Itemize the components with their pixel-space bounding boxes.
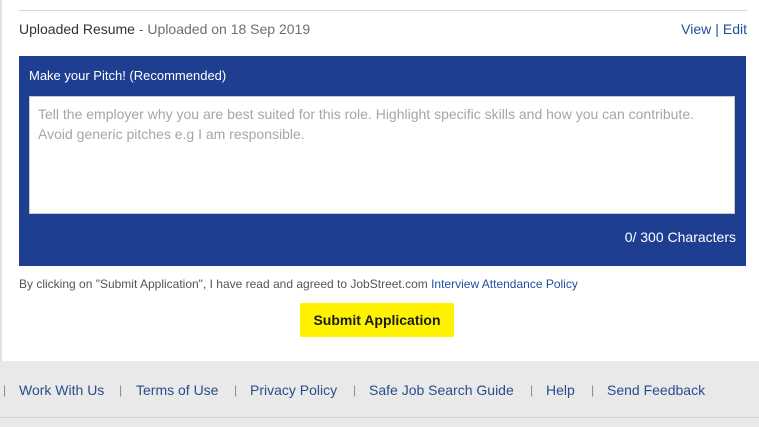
footer-nav: | Work With Us | Terms of Use | Privacy … <box>0 380 759 400</box>
footer-divider <box>0 417 759 418</box>
pitch-title: Make your Pitch! (Recommended) <box>29 68 227 83</box>
view-resume-link[interactable]: View <box>681 21 711 37</box>
resume-label: Uploaded Resume <box>19 21 135 37</box>
footer-separator: | <box>353 383 357 397</box>
uploaded-resume-row: Uploaded Resume - Uploaded on 18 Sep 201… <box>19 20 747 38</box>
footer-separator: | <box>119 383 123 397</box>
agreement-statement: By clicking on "Submit Application", I h… <box>19 277 432 291</box>
footer-separator: | <box>530 383 534 397</box>
footer-separator: | <box>591 383 595 397</box>
resume-actions: View | Edit <box>681 20 747 38</box>
divider <box>19 10 747 11</box>
actions-divider: | <box>715 21 719 37</box>
footer-link-help[interactable]: Help <box>546 380 575 400</box>
resume-upload-date: Uploaded on 18 Sep 2019 <box>147 21 311 37</box>
footer-link-work-with-us[interactable]: Work With Us <box>19 380 104 400</box>
agreement-text: By clicking on "Submit Application", I h… <box>19 277 578 291</box>
pitch-textarea[interactable] <box>29 96 735 214</box>
footer-separator: | <box>3 383 7 397</box>
edit-resume-link[interactable]: Edit <box>723 21 747 37</box>
footer-link-terms-of-use[interactable]: Terms of Use <box>136 380 218 400</box>
pitch-panel: Make your Pitch! (Recommended) 0/ 300 Ch… <box>19 56 746 266</box>
resume-separator: - <box>134 21 148 37</box>
interview-policy-link[interactable]: Interview Attendance Policy <box>431 277 578 291</box>
character-counter: 0/ 300 Characters <box>624 229 736 245</box>
footer-link-safe-job-search-guide[interactable]: Safe Job Search Guide <box>369 380 514 400</box>
footer-separator: | <box>234 383 238 397</box>
footer-link-privacy-policy[interactable]: Privacy Policy <box>250 380 337 400</box>
application-card: Uploaded Resume - Uploaded on 18 Sep 201… <box>0 0 759 361</box>
submit-application-button[interactable]: Submit Application <box>300 303 454 337</box>
footer-link-send-feedback[interactable]: Send Feedback <box>607 380 705 400</box>
